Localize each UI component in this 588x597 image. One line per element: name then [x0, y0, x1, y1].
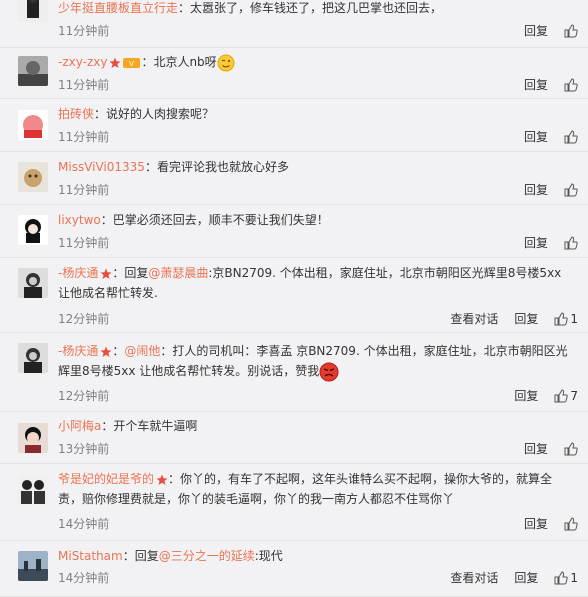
angry-emoji-icon [319, 362, 339, 381]
comment-username[interactable]: -杨庆通 [58, 266, 98, 280]
thumb-up-icon [564, 183, 578, 197]
like-button[interactable] [564, 130, 578, 144]
star-badge-icon [100, 346, 112, 357]
reply-button[interactable]: 回复 [524, 130, 548, 144]
thumb-up-icon [554, 312, 569, 326]
thumb-up-icon [564, 24, 578, 38]
comment-time: 13分钟前 [58, 442, 110, 456]
reply-button[interactable]: 回复 [514, 389, 538, 403]
view-conversation-button[interactable]: 查看对话 [450, 571, 498, 585]
comment-username[interactable]: -zxy-zxy [58, 55, 107, 69]
reply-button[interactable]: 回复 [514, 312, 538, 326]
comment-username[interactable]: 小阿梅a [58, 419, 101, 433]
like-button[interactable] [564, 78, 578, 92]
thumb-up-icon [564, 517, 578, 531]
comment-item: MissViVi01335：看完评论我也就放心好多 11分钟前 回复 [0, 151, 588, 205]
comment-username[interactable]: 爷是妃的妃是爷的 [58, 472, 154, 486]
avatar[interactable] [18, 0, 48, 22]
comment-time: 12分钟前 [58, 389, 110, 403]
comment-text: ：开个车就牛逼啊 [101, 419, 198, 433]
like-button[interactable] [564, 24, 578, 38]
like-button[interactable] [564, 183, 578, 197]
vip-badge-icon: V [123, 57, 141, 68]
avatar[interactable] [18, 343, 48, 373]
svg-text:V: V [130, 60, 135, 68]
reply-prefix: ： [112, 344, 125, 358]
comment-item: -zxy-zxy V ：北京人nb呀 11分钟前 回复 [0, 47, 588, 99]
comment-text: ：太嚣张了，修车钱还了，把这几巴掌也还回去， [178, 1, 443, 15]
comment-text: :现代 [254, 549, 283, 563]
comment-item: 少年挺直腰板直立行走：太嚣张了，修车钱还了，把这几巴掌也还回去， 11分钟前 回… [0, 0, 588, 48]
reply-prefix: ：回复 [122, 549, 159, 563]
comment-text: ：看完评论我也就放心好多 [144, 160, 289, 174]
like-button[interactable] [564, 442, 578, 456]
avatar[interactable] [18, 110, 48, 140]
avatar[interactable] [18, 551, 48, 581]
comment-text: ：说好的人肉搜索呢？ [94, 107, 215, 121]
mention-link[interactable]: @萧瑟晨曲 [148, 266, 208, 280]
like-button[interactable] [564, 236, 578, 250]
wink-emoji-icon [217, 54, 235, 71]
reply-button[interactable]: 回复 [524, 78, 548, 92]
comment-item: MiStatham：回复@三分之一的延续:现代 14分钟前 查看对话 回复 1 [0, 540, 588, 597]
comment-username[interactable]: 少年挺直腰板直立行走 [58, 1, 178, 15]
comment-username[interactable]: MissViVi01335 [58, 160, 145, 174]
comment-item: 爷是妃的妃是爷的 ：你丫的，有车了不起啊，这年头谁特么买不起啊，操你大爷的，就算全… [0, 463, 588, 541]
like-count: 1 [570, 312, 578, 326]
avatar[interactable] [18, 423, 48, 453]
comment-time: 14分钟前 [58, 571, 110, 585]
avatar[interactable] [18, 56, 48, 86]
comment-item: -杨庆通 ：回复@萧瑟晨曲:京BN2709. 个体出租，家庭住址，北京市朝阳区光辉… [0, 257, 588, 333]
like-count: 7 [570, 389, 578, 403]
like-count: 1 [570, 571, 578, 585]
comment-time: 14分钟前 [58, 517, 110, 531]
avatar[interactable] [18, 162, 48, 192]
thumb-up-icon [554, 571, 569, 585]
view-conversation-button[interactable]: 查看对话 [450, 312, 498, 326]
comment-text: ：巴掌必须还回去，顺丰不要让我们失望！ [100, 213, 329, 227]
comment-text: ：北京人nb呀 [141, 55, 217, 69]
avatar[interactable] [18, 268, 48, 298]
comment-time: 11分钟前 [58, 183, 110, 197]
comment-time: 12分钟前 [58, 312, 110, 326]
mention-link[interactable]: @闹他 [124, 344, 160, 358]
like-button[interactable]: 1 [554, 571, 578, 585]
like-button[interactable]: 7 [554, 389, 578, 403]
reply-button[interactable]: 回复 [514, 571, 538, 585]
comment-username[interactable]: 拍砖侠 [58, 107, 94, 121]
reply-button[interactable]: 回复 [524, 24, 548, 38]
comment-username[interactable]: lixytwo [58, 213, 101, 227]
thumb-up-icon [564, 236, 578, 250]
reply-button[interactable]: 回复 [524, 236, 548, 250]
comment-item: -杨庆通 ：@闹他：打人的司机叫：李喜孟 京BN2709. 个体出租，家庭住址，北… [0, 332, 588, 412]
mention-link[interactable]: @三分之一的延续 [159, 549, 255, 563]
star-badge-icon [109, 57, 121, 68]
thumb-up-icon [554, 389, 569, 403]
reply-button[interactable]: 回复 [524, 183, 548, 197]
star-badge-icon [156, 474, 168, 485]
like-button[interactable]: 1 [554, 312, 578, 326]
thumb-up-icon [564, 130, 578, 144]
reply-button[interactable]: 回复 [524, 517, 548, 531]
comment-time: 11分钟前 [58, 24, 110, 38]
like-button[interactable] [564, 517, 578, 531]
star-badge-icon [100, 268, 112, 279]
comment-username[interactable]: MiStatham [58, 549, 123, 563]
avatar[interactable] [18, 215, 48, 245]
comment-list: 少年挺直腰板直立行走：太嚣张了，修车钱还了，把这几巴掌也还回去， 11分钟前 回… [0, 0, 588, 597]
comment-item: 拍砖侠：说好的人肉搜索呢？ 11分钟前 回复 [0, 98, 588, 152]
comment-item: 小阿梅a：开个车就牛逼啊 13分钟前 回复 [0, 411, 588, 464]
comment-username[interactable]: -杨庆通 [58, 344, 98, 358]
comment-time: 11分钟前 [58, 78, 110, 92]
thumb-up-icon [564, 442, 578, 456]
reply-button[interactable]: 回复 [524, 442, 548, 456]
comment-item: lixytwo：巴掌必须还回去，顺丰不要让我们失望！ 11分钟前 回复 [0, 204, 588, 258]
comment-time: 11分钟前 [58, 130, 110, 144]
comment-time: 11分钟前 [58, 236, 110, 250]
thumb-up-icon [564, 78, 578, 92]
reply-prefix: ：回复 [112, 266, 149, 280]
avatar[interactable] [18, 474, 48, 504]
